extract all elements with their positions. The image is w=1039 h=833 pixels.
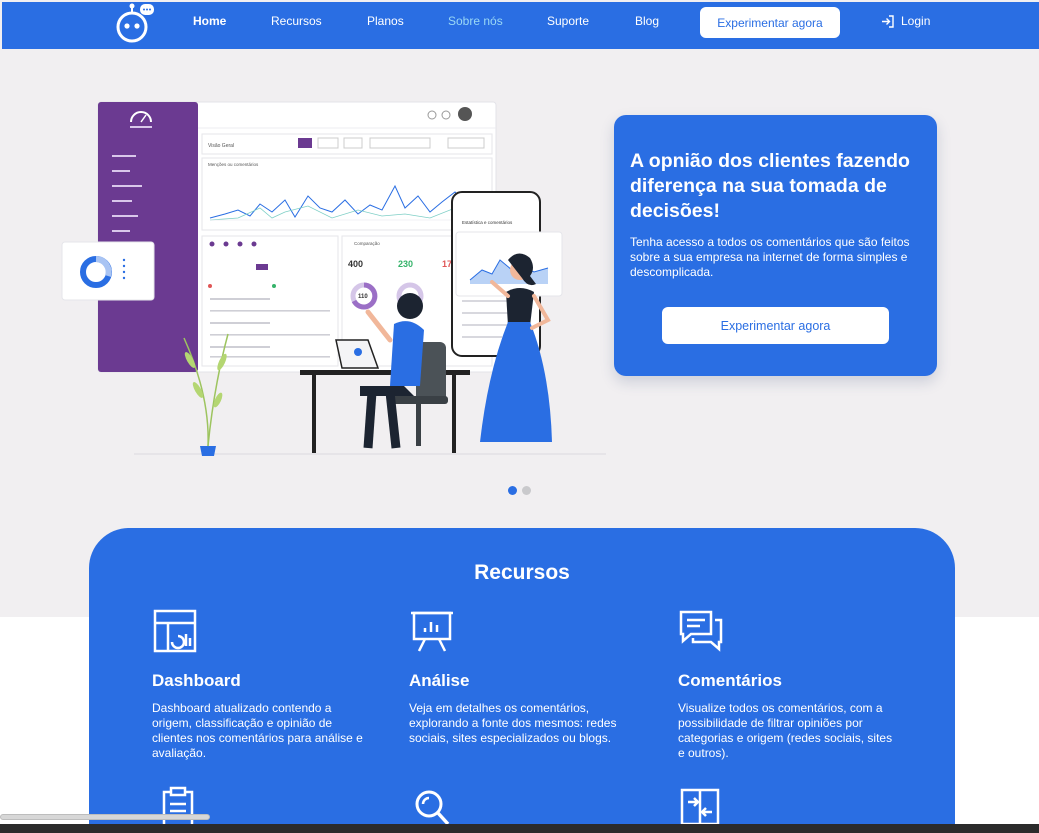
hero-description: Tenha acesso a todos os comentários que … — [630, 235, 910, 279]
nav-home[interactable]: Home — [193, 14, 226, 28]
hero-title: A opnião dos clientes fazendo diferença … — [630, 150, 910, 222]
dashboard-title: Visão Geral — [208, 143, 234, 149]
feature-comentarios: Comentários Visualize todos os comentári… — [678, 608, 893, 761]
dashboard-icon — [153, 609, 197, 653]
presentation-chart-icon — [411, 611, 453, 652]
feature-title: Análise — [409, 671, 470, 690]
chart-subtitle: Menções ou comentários — [208, 162, 259, 167]
carousel-dot-1[interactable] — [508, 486, 517, 495]
ring-value: 110 — [358, 294, 368, 300]
chat-bubbles-icon — [679, 610, 723, 652]
feature-title: Dashboard — [152, 671, 241, 690]
nav-sobre-nos[interactable]: Sobre nós — [448, 14, 503, 28]
stat-total: 400 — [348, 259, 363, 269]
nav-planos[interactable]: Planos — [367, 14, 404, 28]
nav-blog[interactable]: Blog — [635, 14, 659, 28]
landing-page: Home Recursos Planos Sobre nós Suporte B… — [0, 0, 1039, 833]
feature-title: Comentários — [678, 671, 782, 690]
login-arrow-icon — [882, 14, 894, 28]
stat-positive: 230 — [398, 259, 413, 269]
transfer-icon — [680, 788, 720, 826]
search-icon — [415, 790, 450, 826]
bottom-bar — [0, 824, 1039, 833]
feature-text: Dashboard atualizado contendo a origem, … — [152, 701, 363, 760]
try-now-hero-button[interactable]: Experimentar agora — [662, 307, 889, 344]
feature-analise: Análise Veja em detalhes os comentários,… — [409, 608, 624, 746]
robot-icon[interactable] — [108, 2, 158, 46]
feature-text: Visualize todos os comentários, com a po… — [678, 701, 893, 760]
login-link[interactable]: Login — [881, 14, 930, 28]
nav-suporte[interactable]: Suporte — [547, 14, 589, 28]
phone-title: Estatística e comentários — [462, 220, 513, 225]
try-now-nav-button[interactable]: Experimentar agora — [700, 7, 840, 38]
comparison-title: Comparação — [354, 241, 380, 246]
carousel-dot-2[interactable] — [522, 486, 531, 495]
login-label: Login — [901, 14, 931, 28]
hero-illustration: Visão Geral Menções ou comentários Compa… — [61, 101, 606, 456]
resources-title: Recursos — [474, 561, 570, 584]
horizontal-scrollbar[interactable] — [0, 814, 210, 820]
nav-recursos[interactable]: Recursos — [271, 14, 322, 28]
clipboard-icon — [162, 786, 194, 826]
hero-card: A opnião dos clientes fazendo diferença … — [614, 115, 937, 376]
top-navbar: Home Recursos Planos Sobre nós Suporte B… — [2, 2, 1039, 49]
feature-dashboard: Dashboard Dashboard atualizado contendo … — [152, 608, 367, 761]
resources-section: Recursos Dashboard Dashboard atualizado … — [89, 528, 955, 833]
stat-negative: 17 — [442, 259, 452, 269]
feature-text: Veja em detalhes os comentários, explora… — [409, 701, 617, 745]
carousel-dots — [508, 486, 531, 495]
dashboard-sidebar — [98, 102, 198, 372]
